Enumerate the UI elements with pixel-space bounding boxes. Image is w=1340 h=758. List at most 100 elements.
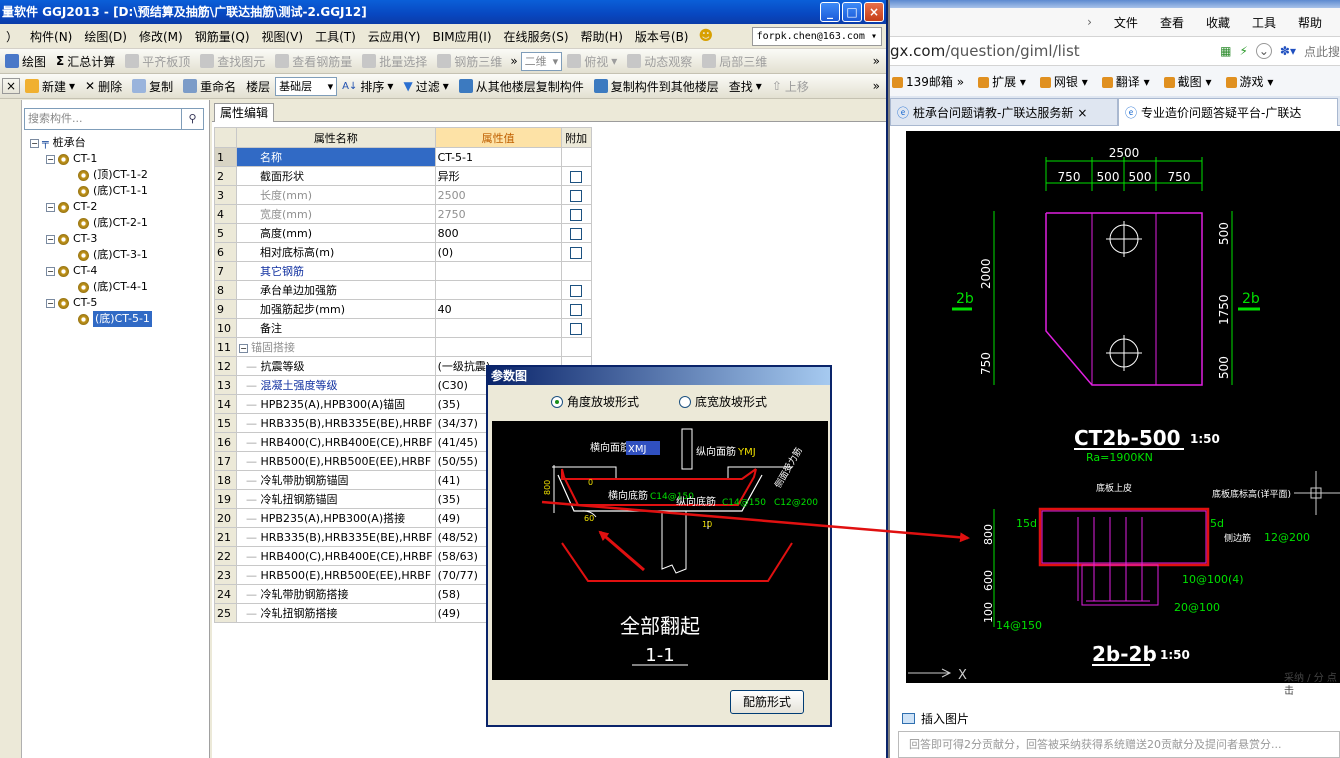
bookmark-item[interactable]: 139邮箱 » xyxy=(892,73,964,90)
move-up-button[interactable]: ⇧ 上移 xyxy=(767,78,814,95)
menu-item-11[interactable]: 版本号(B) xyxy=(629,28,695,45)
property-name-cell[interactable]: − 锚固搭接 xyxy=(236,337,436,357)
property-row[interactable]: 3 长度(mm) 2500 xyxy=(214,185,592,205)
collapse-icon[interactable]: − xyxy=(30,138,39,148)
menu-item-3[interactable]: 修改(M) xyxy=(133,28,189,45)
property-name-cell[interactable]: — 冷轧带肋钢筋锚固 xyxy=(236,470,436,490)
property-value-cell[interactable]: 2500 xyxy=(434,185,562,205)
checkbox[interactable] xyxy=(570,284,583,297)
flat-top-button[interactable]: 平齐板顶 xyxy=(120,53,195,70)
property-name-cell[interactable]: 其它钢筋 xyxy=(236,261,436,281)
tree-group[interactable]: − CT-3 xyxy=(30,231,152,247)
checkbox[interactable] xyxy=(570,208,583,221)
property-row[interactable]: 4 宽度(mm) 2750 xyxy=(214,204,592,224)
tree-root[interactable]: − ╤ 桩承台 xyxy=(30,135,152,151)
tab-close-icon[interactable]: × xyxy=(1077,100,1087,126)
bookmark-item[interactable]: 网银 ▾ xyxy=(1039,73,1088,90)
checkbox[interactable] xyxy=(570,322,583,335)
bookmark-item[interactable]: 游戏 ▾ xyxy=(1225,73,1273,90)
filter-button[interactable]: ▼ 过滤 ▾ xyxy=(398,78,453,95)
property-value-cell[interactable]: 2750 xyxy=(434,204,562,224)
bookmark-item[interactable]: 扩展 ▾ xyxy=(978,73,1026,90)
property-name-cell[interactable]: — HPB235(A),HPB300(A)锚固 xyxy=(236,394,436,414)
collapse-icon[interactable]: − xyxy=(46,234,55,244)
rebar-form-button[interactable]: 配筋形式 xyxy=(730,690,804,714)
overflow-chevron-icon[interactable]: » xyxy=(507,54,520,68)
bottom-width-slope-radio[interactable]: 底宽放坡形式 xyxy=(679,393,767,410)
delete-button[interactable]: ✕ 删除 xyxy=(80,78,127,95)
sort-button[interactable]: A↓ 排序 ▾ xyxy=(337,78,398,95)
checkbox[interactable] xyxy=(570,189,583,202)
url-text[interactable]: gx.com/question/giml/list xyxy=(890,42,1080,60)
tree-leaf[interactable]: (底)CT-2-1 xyxy=(30,215,152,231)
property-name-cell[interactable]: — 冷轧扭钢筋搭接 xyxy=(236,603,436,623)
property-name-cell[interactable]: 加强筋起步(mm) xyxy=(236,299,436,319)
property-name-cell[interactable]: — HRB500(E),HRB500E(EE),HRBF xyxy=(236,565,436,585)
property-name-cell[interactable]: 名称 xyxy=(236,147,436,167)
search-icon[interactable]: ⚲ xyxy=(181,109,203,129)
bookmark-item[interactable]: 截图 ▾ xyxy=(1163,73,1212,90)
overflow-chevron-icon[interactable]: » xyxy=(873,54,880,68)
browser-menu-item[interactable]: 帮助 xyxy=(1298,14,1322,31)
property-value-cell[interactable] xyxy=(434,280,562,300)
rename-button[interactable]: 重命名 xyxy=(178,78,241,95)
copy-to-floor-button[interactable]: 复制构件到其他楼层 xyxy=(589,78,724,95)
property-row[interactable]: 8 承台单边加强筋 xyxy=(214,280,592,300)
collapse-icon[interactable]: − xyxy=(46,266,55,276)
tree-group[interactable]: − CT-4 xyxy=(30,263,152,279)
checkbox[interactable] xyxy=(570,227,583,240)
property-name-cell[interactable]: 长度(mm) xyxy=(236,185,436,205)
draw-button[interactable]: 绘图 xyxy=(0,53,51,70)
property-row[interactable]: 11− 锚固搭接 xyxy=(214,337,592,357)
sum-button[interactable]: Σ 汇总计算 xyxy=(51,53,120,70)
property-name-cell[interactable]: 承台单边加强筋 xyxy=(236,280,436,300)
property-name-cell[interactable]: — HPB235(A),HPB300(A)搭接 xyxy=(236,508,436,528)
collapse-icon[interactable]: − xyxy=(46,298,55,308)
property-row[interactable]: 7 其它钢筋 xyxy=(214,261,592,281)
property-extra-cell[interactable] xyxy=(560,204,592,224)
menu-item-6[interactable]: 工具(T) xyxy=(309,28,362,45)
property-row[interactable]: 1 名称 CT-5-1 xyxy=(214,147,592,167)
find-button[interactable]: 查找 ▾ xyxy=(724,78,767,95)
property-name-cell[interactable]: — HRB500(E),HRB500E(EE),HRBF xyxy=(236,451,436,471)
view-mode-select[interactable]: 二维 ▾ xyxy=(520,51,563,71)
dropdown-circle-icon[interactable]: ⌄ xyxy=(1255,43,1272,59)
tree-group[interactable]: − CT-2 xyxy=(30,199,152,215)
property-name-cell[interactable]: 备注 xyxy=(236,318,436,338)
address-bar[interactable]: gx.com/question/giml/list ▦ ⚡ ⌄ ✽▾ 点此搜 xyxy=(890,36,1340,66)
property-extra-cell[interactable] xyxy=(560,185,592,205)
answer-input[interactable]: 回答即可得2分贡献分，回答被采纳获得系统赠送20贡献分及提问者悬赏分... xyxy=(898,731,1340,758)
property-value-cell[interactable]: 异形 xyxy=(434,166,562,186)
rebar-3d-button[interactable]: 钢筋三维 xyxy=(432,53,507,70)
collapse-icon[interactable]: − xyxy=(239,344,248,353)
property-name-cell[interactable]: — 冷轧带肋钢筋搭接 xyxy=(236,584,436,604)
lightning-icon[interactable]: ⚡ xyxy=(1239,44,1247,58)
find-element-button[interactable]: 查找图元 xyxy=(195,53,270,70)
menu-item-8[interactable]: BIM应用(I) xyxy=(426,28,497,45)
property-extra-cell[interactable] xyxy=(560,280,592,300)
property-name-cell[interactable]: — 混凝土强度等级 xyxy=(236,375,436,395)
copy-from-floor-button[interactable]: 从其他楼层复制构件 xyxy=(454,78,589,95)
new-button[interactable]: 新建 ▾ xyxy=(20,78,80,95)
property-value-cell[interactable] xyxy=(434,318,562,338)
browser-menu-item[interactable]: 收藏 xyxy=(1206,14,1230,31)
browser-menu-item[interactable]: 文件 xyxy=(1114,14,1138,31)
property-row[interactable]: 5 高度(mm) 800 xyxy=(214,223,592,243)
property-value-cell[interactable]: (0) xyxy=(434,242,562,262)
tree-leaf[interactable]: (顶)CT-1-2 xyxy=(30,167,152,183)
property-row[interactable]: 6 相对底标高(m) (0) xyxy=(214,242,592,262)
browser-tab-2[interactable]: ⓔ 专业造价问题答疑平台-广联达 xyxy=(1118,98,1338,126)
property-row[interactable]: 10 备注 xyxy=(214,318,592,338)
property-row[interactable]: 9 加强筋起步(mm) 40 xyxy=(214,299,592,319)
property-value-cell[interactable] xyxy=(434,261,562,281)
property-name-cell[interactable]: — HRB335(B),HRB335E(BE),HRBF xyxy=(236,527,436,547)
property-name-cell[interactable]: 宽度(mm) xyxy=(236,204,436,224)
tree-leaf[interactable]: (底)CT-1-1 xyxy=(30,183,152,199)
copy-button[interactable]: 复制 xyxy=(127,78,178,95)
property-extra-cell[interactable] xyxy=(560,299,592,319)
view-rebar-button[interactable]: 查看钢筋量 xyxy=(270,53,357,70)
maximize-button[interactable]: □ xyxy=(842,2,862,22)
checkbox[interactable] xyxy=(570,246,583,259)
dynamic-view-button[interactable]: 动态观察 xyxy=(622,53,697,70)
qr-icon[interactable]: ▦ xyxy=(1220,44,1231,58)
